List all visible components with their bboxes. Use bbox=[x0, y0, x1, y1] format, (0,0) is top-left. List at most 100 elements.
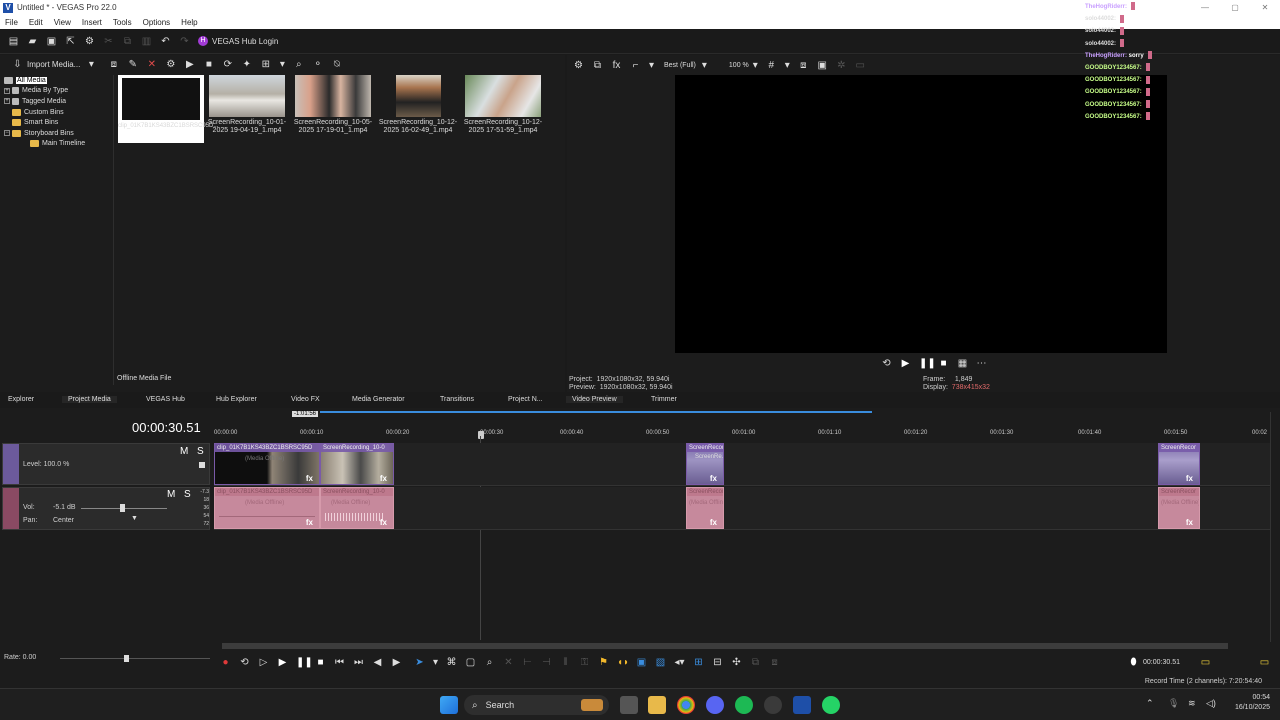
audio-solo-button[interactable]: S bbox=[184, 489, 191, 500]
lock-icon[interactable]: ⚿ bbox=[579, 657, 590, 668]
audio-clip[interactable]: ScreenRecor (Media Offline) fx bbox=[1158, 487, 1200, 529]
selection-tool-icon[interactable]: ▢ bbox=[465, 657, 476, 668]
pause-icon[interactable]: ❚❚ bbox=[296, 657, 313, 668]
whatsapp-icon[interactable] bbox=[822, 696, 840, 714]
go-to-end-icon[interactable]: ⏭ bbox=[353, 657, 364, 668]
views-icon[interactable]: ⊞ bbox=[260, 59, 271, 70]
preview-play-icon[interactable]: ▶ bbox=[900, 358, 911, 369]
taskbar-search-box[interactable]: ⌕ Search bbox=[464, 695, 609, 715]
cut-icon[interactable]: ✂ bbox=[103, 36, 114, 47]
record-icon[interactable]: ● bbox=[220, 657, 231, 668]
tray-chevron-icon[interactable]: ⌃ bbox=[1146, 698, 1154, 709]
quality-dropdown-icon[interactable]: ▾ bbox=[702, 60, 707, 71]
undo-icon[interactable]: ↶ bbox=[160, 36, 171, 47]
delete-icon[interactable]: ✕ bbox=[503, 657, 514, 668]
audio-clip[interactable]: ScreenRecording_10-0 (Media Offline) fx bbox=[320, 487, 394, 529]
loop-region-icon[interactable]: ▭ bbox=[1200, 657, 1211, 668]
pin-icon[interactable]: ⍉ bbox=[331, 59, 342, 70]
timeline-hscroll[interactable] bbox=[222, 643, 1228, 649]
video-fx-icon[interactable]: fx bbox=[611, 60, 622, 71]
clip-fx-icon[interactable]: fx bbox=[306, 518, 313, 527]
menu-edit[interactable]: Edit bbox=[29, 18, 43, 27]
go-to-start-icon[interactable]: ⏮ bbox=[334, 657, 345, 668]
insert-marker-icon[interactable]: ⚑ bbox=[598, 657, 609, 668]
save-icon[interactable]: ▣ bbox=[46, 36, 57, 47]
chrome-icon[interactable] bbox=[677, 696, 695, 714]
playhead-handle[interactable] bbox=[478, 431, 484, 439]
search-icon[interactable]: ⌕ bbox=[293, 59, 304, 70]
video-solo-button[interactable]: S bbox=[197, 446, 204, 457]
menu-view[interactable]: View bbox=[54, 18, 71, 27]
new-icon[interactable]: ▤ bbox=[8, 36, 19, 47]
hub-login-link[interactable]: VEGAS Hub Login bbox=[212, 37, 278, 46]
level-slider-handle[interactable] bbox=[199, 462, 205, 468]
video-clip[interactable]: ScreenRecor fx bbox=[1158, 443, 1200, 485]
split-dropdown-icon[interactable]: ▾ bbox=[649, 60, 654, 71]
settings-icon[interactable]: ⚬ bbox=[312, 59, 323, 70]
menu-options[interactable]: Options bbox=[143, 18, 171, 27]
clip-fx-icon[interactable]: fx bbox=[380, 474, 387, 483]
fx-plugin-icon[interactable]: ✦ bbox=[241, 59, 252, 70]
tab-vegas-hub[interactable]: VEGAS Hub bbox=[146, 396, 185, 403]
audio-clip[interactable]: clip_01K7B1KS43BZC1BSRSC95D (Media Offli… bbox=[214, 487, 320, 529]
tree-item-media-by-type[interactable]: + Media By Type bbox=[4, 86, 113, 97]
play-from-start-icon[interactable]: ▷ bbox=[258, 657, 269, 668]
menu-help[interactable]: Help bbox=[181, 18, 197, 27]
stop-icon[interactable]: ■ bbox=[315, 657, 326, 668]
loop-region-bar[interactable] bbox=[320, 411, 872, 413]
video-clip[interactable]: ScreenRecording_10-0 fx bbox=[320, 443, 394, 485]
loop-icon[interactable]: ⟲ bbox=[881, 358, 892, 369]
open-folder-icon[interactable]: ▰ bbox=[27, 36, 38, 47]
snapping-icon[interactable]: ⊞ bbox=[693, 657, 704, 668]
video-mute-button[interactable]: M bbox=[180, 446, 188, 457]
capture-icon[interactable]: ⧈ bbox=[108, 59, 119, 70]
views-dropdown-icon[interactable]: ▾ bbox=[279, 59, 285, 70]
tab-transitions[interactable]: Transitions bbox=[440, 396, 474, 403]
fx-chain-icon[interactable]: ✣ bbox=[731, 657, 742, 668]
audio-clip[interactable]: ScreenRecor (Media Offline) fx bbox=[686, 487, 724, 529]
trim-end-icon[interactable]: ⊣ bbox=[541, 657, 552, 668]
windows-start-icon[interactable] bbox=[440, 696, 458, 714]
tab-media-generator[interactable]: Media Generator bbox=[352, 396, 405, 403]
auto-preview-icon[interactable]: ⟳ bbox=[222, 59, 233, 70]
task-view-icon[interactable] bbox=[620, 696, 638, 714]
video-clip[interactable]: clip_01K7B1KS43BZC1BSRSC95D (Media Offli… bbox=[214, 443, 320, 485]
import-icon[interactable]: ⇩ bbox=[12, 59, 23, 70]
ungroup-icon[interactable]: ⧈ bbox=[769, 657, 780, 668]
tab-hub-explorer[interactable]: Hub Explorer bbox=[216, 396, 257, 403]
save-snapshot-icon[interactable]: ▣ bbox=[817, 60, 828, 71]
discord-icon[interactable] bbox=[706, 696, 724, 714]
lock-envelopes-icon[interactable]: ⊟ bbox=[712, 657, 723, 668]
microphone-icon[interactable]: 🎙 bbox=[1168, 698, 1179, 709]
split-screen-icon[interactable]: ⌐ bbox=[630, 60, 641, 71]
taskbar-clock[interactable]: 00:54 16/10/2025 bbox=[1226, 693, 1270, 713]
tree-item-storyboard-bins[interactable]: − Storyboard Bins bbox=[4, 128, 113, 139]
dropdown-icon[interactable]: ▾ bbox=[88, 59, 94, 70]
media-thumb-4[interactable]: ScreenRecording_10-12-2025 17-51-59_1.mp… bbox=[460, 75, 546, 135]
media-thumb-offline[interactable]: clip_01K7B1KS43BZC1BSRSC95D... bbox=[118, 75, 218, 143]
media-thumb-1[interactable]: ScreenRecording_10-01-2025 19-04-19_1.mp… bbox=[204, 75, 290, 135]
zoom-dropdown-icon[interactable]: ▾ bbox=[753, 60, 758, 71]
copy-snapshot-icon[interactable]: ⧈ bbox=[798, 60, 809, 71]
tab-explorer[interactable]: Explorer bbox=[8, 396, 34, 403]
clip-fx-icon[interactable]: fx bbox=[1186, 518, 1193, 527]
play-icon[interactable]: ▶ bbox=[184, 59, 195, 70]
overlays-grid-icon[interactable]: # bbox=[766, 60, 777, 71]
clip-fx-icon[interactable]: fx bbox=[1186, 474, 1193, 483]
get-media-icon[interactable]: ✎ bbox=[127, 59, 138, 70]
menu-file[interactable]: File bbox=[5, 18, 18, 27]
file-explorer-icon[interactable] bbox=[648, 696, 666, 714]
prev-frame-icon[interactable]: ◀ bbox=[372, 657, 383, 668]
edit-tool-dropdown-icon[interactable]: ▾ bbox=[433, 657, 438, 668]
auto-ripple-icon[interactable]: ▧ bbox=[655, 657, 666, 668]
preview-zoom-dropdown[interactable]: 100 % bbox=[729, 62, 749, 69]
scopes-icon[interactable]: ▦ bbox=[957, 358, 968, 369]
overlays-dropdown-icon[interactable]: ▾ bbox=[785, 60, 790, 71]
background-icon[interactable]: ▭ bbox=[855, 60, 866, 71]
menu-insert[interactable]: Insert bbox=[82, 18, 102, 27]
trim-start-icon[interactable]: ⊢ bbox=[522, 657, 533, 668]
properties-gear-icon[interactable]: ⚙ bbox=[84, 36, 95, 47]
copy-icon[interactable]: ⧉ bbox=[122, 36, 133, 47]
pan-slider-handle[interactable]: ▼ bbox=[131, 515, 138, 522]
spotify-icon[interactable] bbox=[735, 696, 753, 714]
